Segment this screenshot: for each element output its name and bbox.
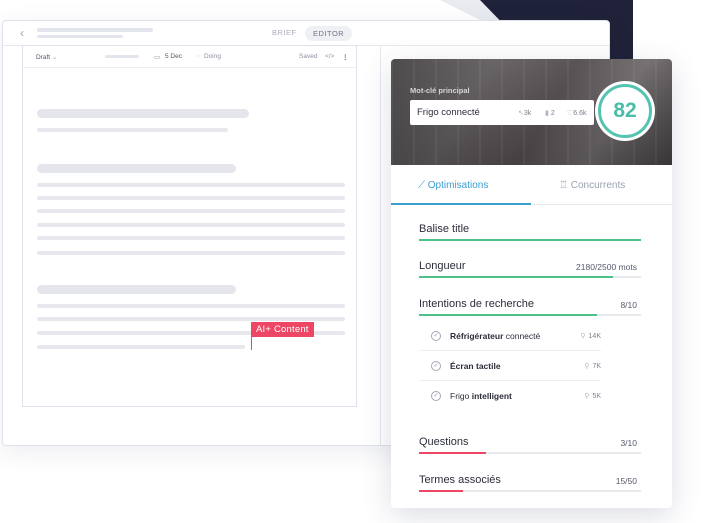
pane-divider <box>380 46 381 445</box>
panel-tabs: ⟋ Optimisations ♖ Concurrents <box>391 165 672 205</box>
progress-balise <box>419 239 641 241</box>
trophy-icon: ♖ <box>559 180 568 191</box>
progress-longueur <box>419 276 641 278</box>
intent-text: Écran tactile <box>450 361 501 371</box>
heading-placeholder <box>37 109 249 118</box>
intent-volume: ⚲ 7K <box>584 363 601 370</box>
check-icon: ✓ <box>431 391 441 401</box>
saved-label: Saved <box>299 53 318 60</box>
heading-placeholder <box>37 285 236 294</box>
state-label[interactable]: Doing <box>204 53 221 60</box>
chart-line-icon: ⟋ <box>418 180 425 191</box>
section-termes-associes[interactable]: Termes associés <box>419 474 501 486</box>
check-icon: ✓ <box>431 361 441 371</box>
back-chevron-icon[interactable]: ‹ <box>20 26 24 40</box>
text-placeholder <box>37 183 345 187</box>
section-longueur[interactable]: Longueur <box>419 260 466 272</box>
intent-item[interactable]: ✓ Réfrigérateur connecté ⚲ 14K <box>419 321 601 351</box>
text-placeholder <box>37 209 345 213</box>
intent-item[interactable]: ✓ Écran tactile ⚲ 7K <box>419 351 601 381</box>
intentions-value: 8/10 <box>620 300 637 310</box>
keyword-text: Frigo connecté <box>417 107 480 118</box>
section-intentions[interactable]: Intentions de recherche <box>419 298 534 310</box>
section-questions[interactable]: Questions <box>419 436 469 448</box>
keyword-stat-3: ♡6.6k <box>567 110 587 117</box>
doc-toolbar: Draft ⌄ ▭ 5 Dec ◦ Doing Saved </> ⋮ <box>23 46 356 68</box>
keyword-hero-image: Mot-clé principal Frigo connecté ↖3k ▮ 2… <box>391 59 672 165</box>
longueur-value: 2180/2500 mots <box>576 262 637 272</box>
keyword-box[interactable]: Frigo connecté ↖3k ▮ 2 ♡6.6k <box>410 100 594 125</box>
text-placeholder <box>37 223 345 227</box>
toolbar-placeholder <box>105 55 139 58</box>
keyword-stat-1: ↖3k <box>518 110 532 117</box>
subtitle-placeholder <box>37 35 123 38</box>
chevron-down-icon: ⌄ <box>51 54 58 61</box>
text-placeholder <box>37 196 345 200</box>
tab-brief[interactable]: BRIEF <box>272 28 297 37</box>
intent-text: Réfrigérateur connecté <box>450 331 541 341</box>
text-placeholder <box>37 128 228 132</box>
optimisation-panel: Mot-clé principal Frigo connecté ↖3k ▮ 2… <box>391 59 672 508</box>
heading-placeholder <box>37 164 236 173</box>
bars-icon: ▮ <box>545 110 549 117</box>
intent-volume: ⚲ 14K <box>580 333 601 340</box>
text-placeholder <box>37 236 345 240</box>
section-balise-title[interactable]: Balise title <box>419 223 469 235</box>
editor-topbar: ‹ BRIEF EDITOR <box>3 21 609 46</box>
date-label[interactable]: 5 Dec <box>165 53 182 60</box>
progress-questions <box>419 452 641 454</box>
intent-text: Frigo intelligent <box>450 391 512 401</box>
active-tab-indicator <box>391 203 531 205</box>
title-placeholder <box>37 28 153 32</box>
tab-concurrents[interactable]: ♖ Concurrents <box>559 180 625 191</box>
keyword-stat-2: ▮ 2 <box>545 110 555 117</box>
progress-termes <box>419 490 641 492</box>
code-icon[interactable]: </> <box>325 53 334 60</box>
questions-value: 3/10 <box>620 438 637 448</box>
intent-volume: ⚲ 5K <box>584 393 601 400</box>
more-menu-icon[interactable]: ⋮ <box>342 53 349 61</box>
search-icon: ⚲ <box>580 333 586 340</box>
calendar-icon: ▭ <box>154 54 161 61</box>
check-icon: ✓ <box>431 331 441 341</box>
search-icon: ⚲ <box>584 393 590 400</box>
text-placeholder <box>37 317 345 321</box>
search-icon: ⚲ <box>584 363 590 370</box>
document-page[interactable]: Draft ⌄ ▭ 5 Dec ◦ Doing Saved </> ⋮ <box>22 45 357 407</box>
text-placeholder <box>37 251 345 255</box>
ai-content-badge[interactable]: AI+ Content <box>251 322 314 337</box>
progress-intentions <box>419 314 641 316</box>
text-placeholder <box>37 345 245 349</box>
status-dropdown[interactable]: Draft ⌄ <box>36 53 57 61</box>
text-cursor <box>251 337 252 350</box>
text-placeholder <box>37 304 345 308</box>
tab-optimisations[interactable]: ⟋ Optimisations <box>418 180 488 191</box>
state-dot-icon: ◦ <box>197 53 200 60</box>
score-circle: 82 <box>598 84 652 138</box>
termes-value: 15/50 <box>615 476 637 486</box>
tab-editor[interactable]: EDITOR <box>305 26 353 41</box>
intent-item[interactable]: ✓ Frigo intelligent ⚲ 5K <box>419 381 601 411</box>
hero-label: Mot-clé principal <box>410 86 470 95</box>
